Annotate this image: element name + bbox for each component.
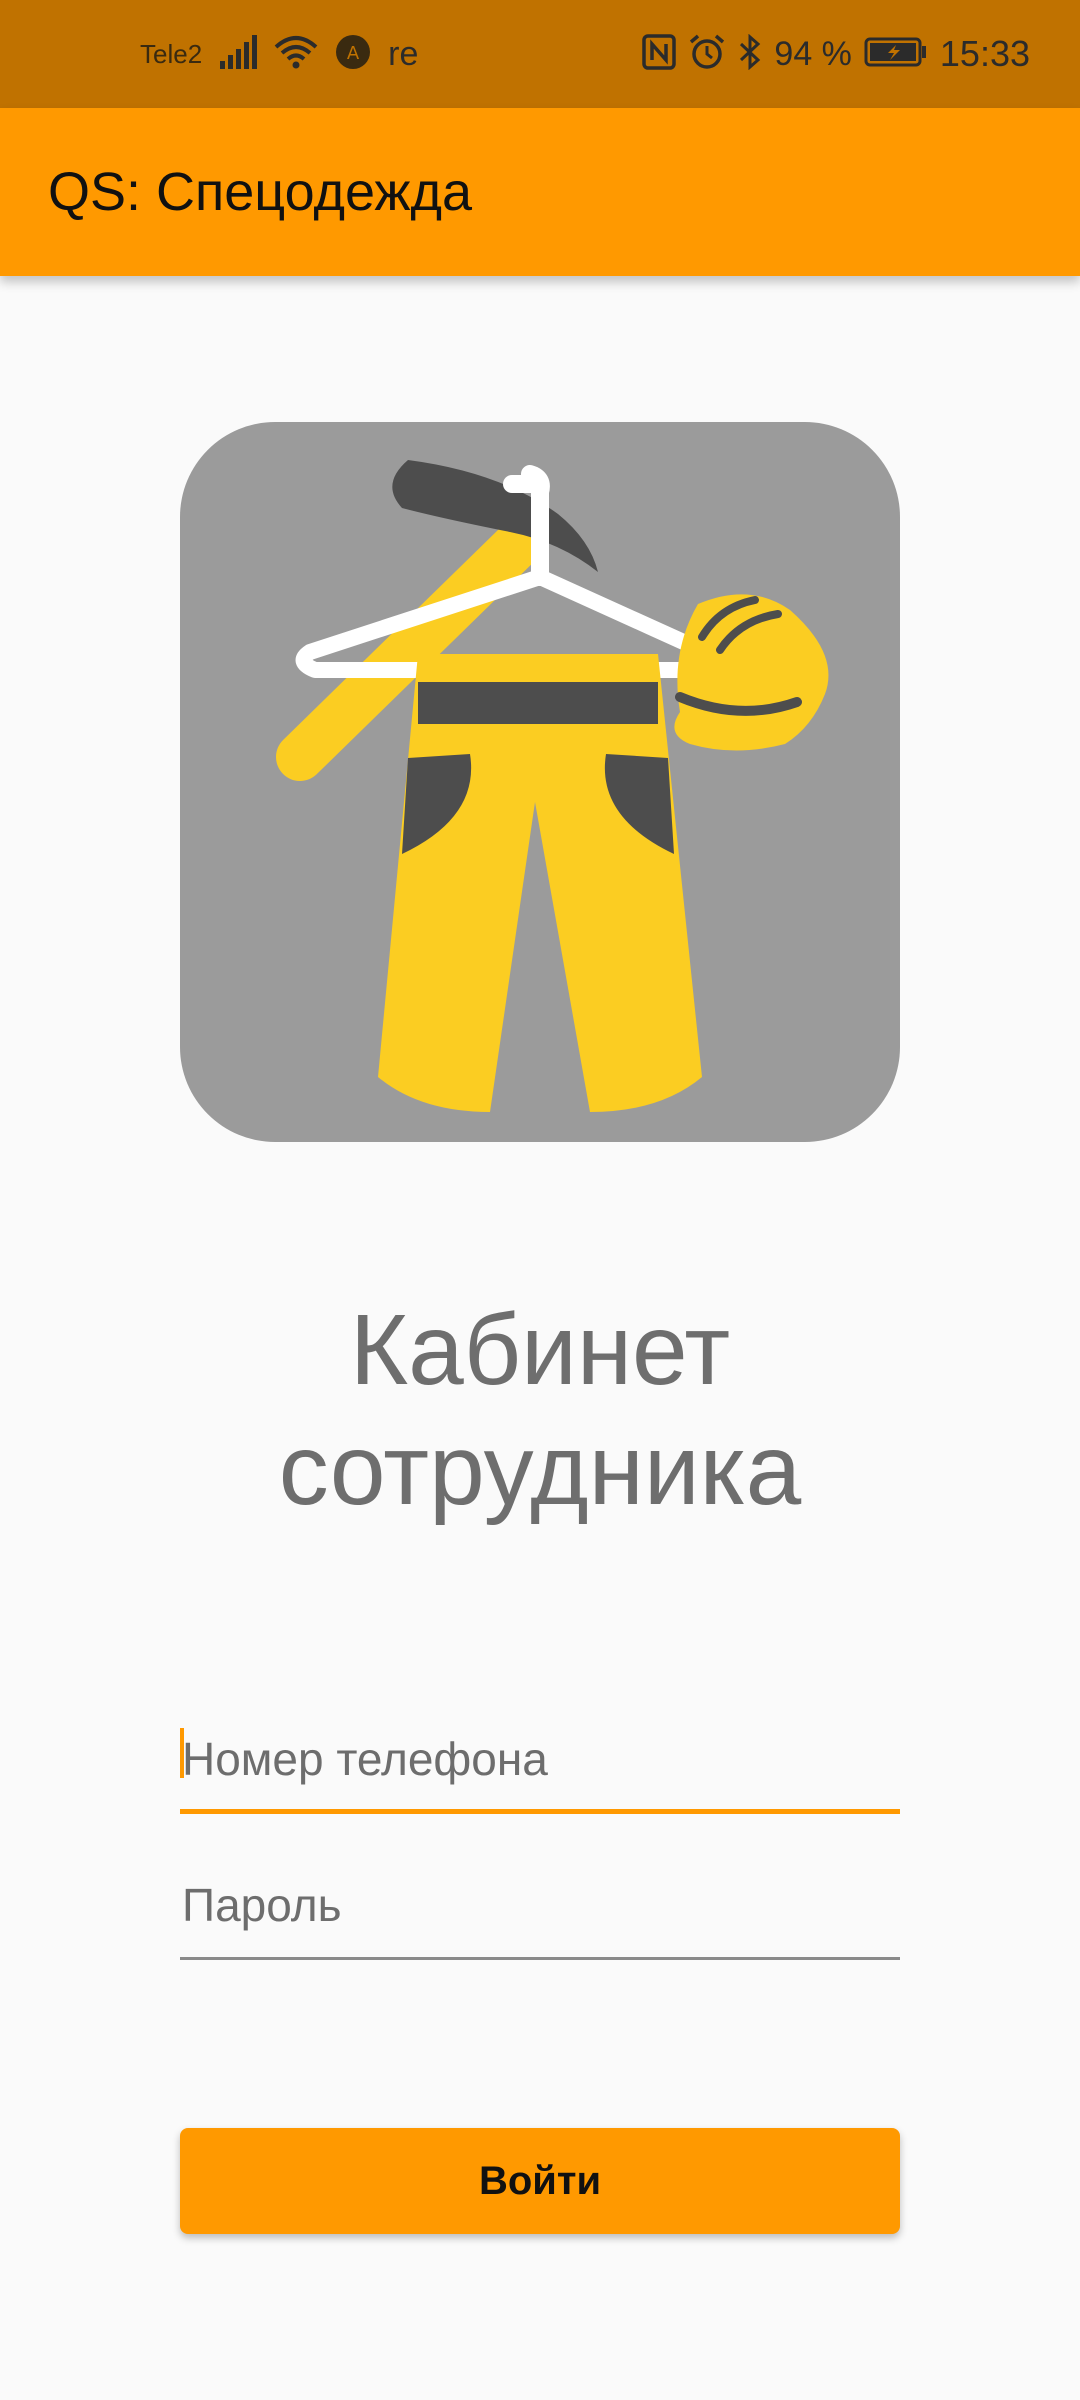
login-button[interactable]: Войти — [180, 2128, 900, 2234]
app-notification-icon: A — [334, 33, 372, 76]
app-title: QS: Спецодежда — [48, 162, 473, 222]
nfc-icon — [642, 33, 677, 75]
clock: 15:33 — [939, 33, 1030, 74]
wifi-icon — [274, 35, 318, 74]
phone-underline — [180, 1809, 900, 1814]
svg-text:A: A — [347, 43, 360, 64]
alarm-icon — [688, 34, 726, 75]
status-bar: Tele2 A re 94 % 15:33 — [0, 0, 1080, 108]
signal-icon — [218, 34, 258, 74]
carrier-label: Tele2 — [140, 38, 203, 69]
app-bar: QS: Спецодежда — [0, 108, 1080, 276]
workwear-logo-icon — [180, 422, 900, 1142]
status-bar-left: Tele2 A re — [140, 0, 418, 108]
heading-line-2: сотрудника — [278, 1414, 802, 1526]
status-extra-label: re — [388, 34, 419, 73]
bluetooth-icon — [738, 33, 762, 75]
battery-percent: 94 % — [774, 34, 852, 73]
phone-input[interactable]: Номер телефона — [180, 1718, 900, 1814]
status-bar-right: 94 % 15:33 — [642, 0, 1030, 108]
heading-line-1: Кабинет — [349, 1294, 731, 1406]
battery-charging-icon — [864, 37, 928, 72]
phone-placeholder: Номер телефона — [182, 1733, 548, 1785]
password-placeholder: Пароль — [182, 1879, 342, 1931]
password-underline — [180, 1957, 900, 1960]
password-input[interactable]: Пароль — [180, 1864, 900, 1960]
page-heading: Кабинет сотрудника — [0, 1290, 1080, 1530]
